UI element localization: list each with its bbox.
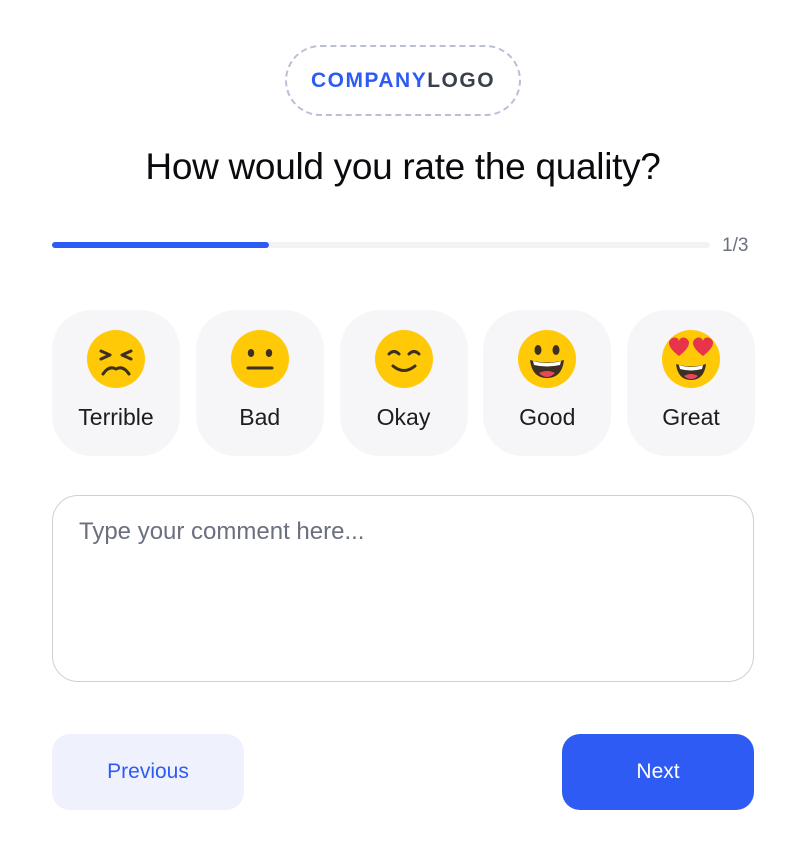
rating-option-okay[interactable]: Okay	[339, 310, 468, 456]
heart-eyes-face-icon	[662, 330, 720, 388]
logo-logo-text: LOGO	[427, 68, 496, 92]
survey-page: COMPANY LOGO How would you rate the quali…	[0, 0, 806, 862]
progress-counter: 1/3	[722, 235, 749, 256]
rating-option-bad[interactable]: Bad	[195, 310, 324, 456]
rating-options: Terrible Bad Okay Good Great	[52, 310, 755, 456]
rating-option-good[interactable]: Good	[483, 310, 612, 456]
rating-label: Good	[519, 404, 576, 430]
grinning-face-icon	[518, 330, 577, 388]
previous-button[interactable]: Previous	[52, 734, 244, 810]
rating-option-terrible[interactable]: Terrible	[52, 310, 180, 456]
neutral-face-icon	[230, 330, 289, 388]
rating-label: Okay	[376, 404, 431, 430]
rating-option-great[interactable]: Great	[627, 310, 755, 456]
rating-label: Bad	[239, 404, 281, 430]
rating-label: Great	[662, 404, 720, 430]
tired-face-icon	[87, 330, 145, 388]
comment-textarea[interactable]	[52, 495, 754, 682]
logo-company-text: COMPANY	[310, 68, 428, 92]
slightly-smiling-face-icon	[374, 330, 433, 388]
question-title: How would you rate the quality?	[145, 146, 661, 187]
rating-label: Terrible	[78, 404, 154, 430]
progress-bar-fill	[52, 242, 270, 248]
next-button[interactable]: Next	[562, 734, 754, 810]
company-logo: COMPANY LOGO	[285, 45, 521, 116]
progress-bar	[52, 242, 710, 248]
